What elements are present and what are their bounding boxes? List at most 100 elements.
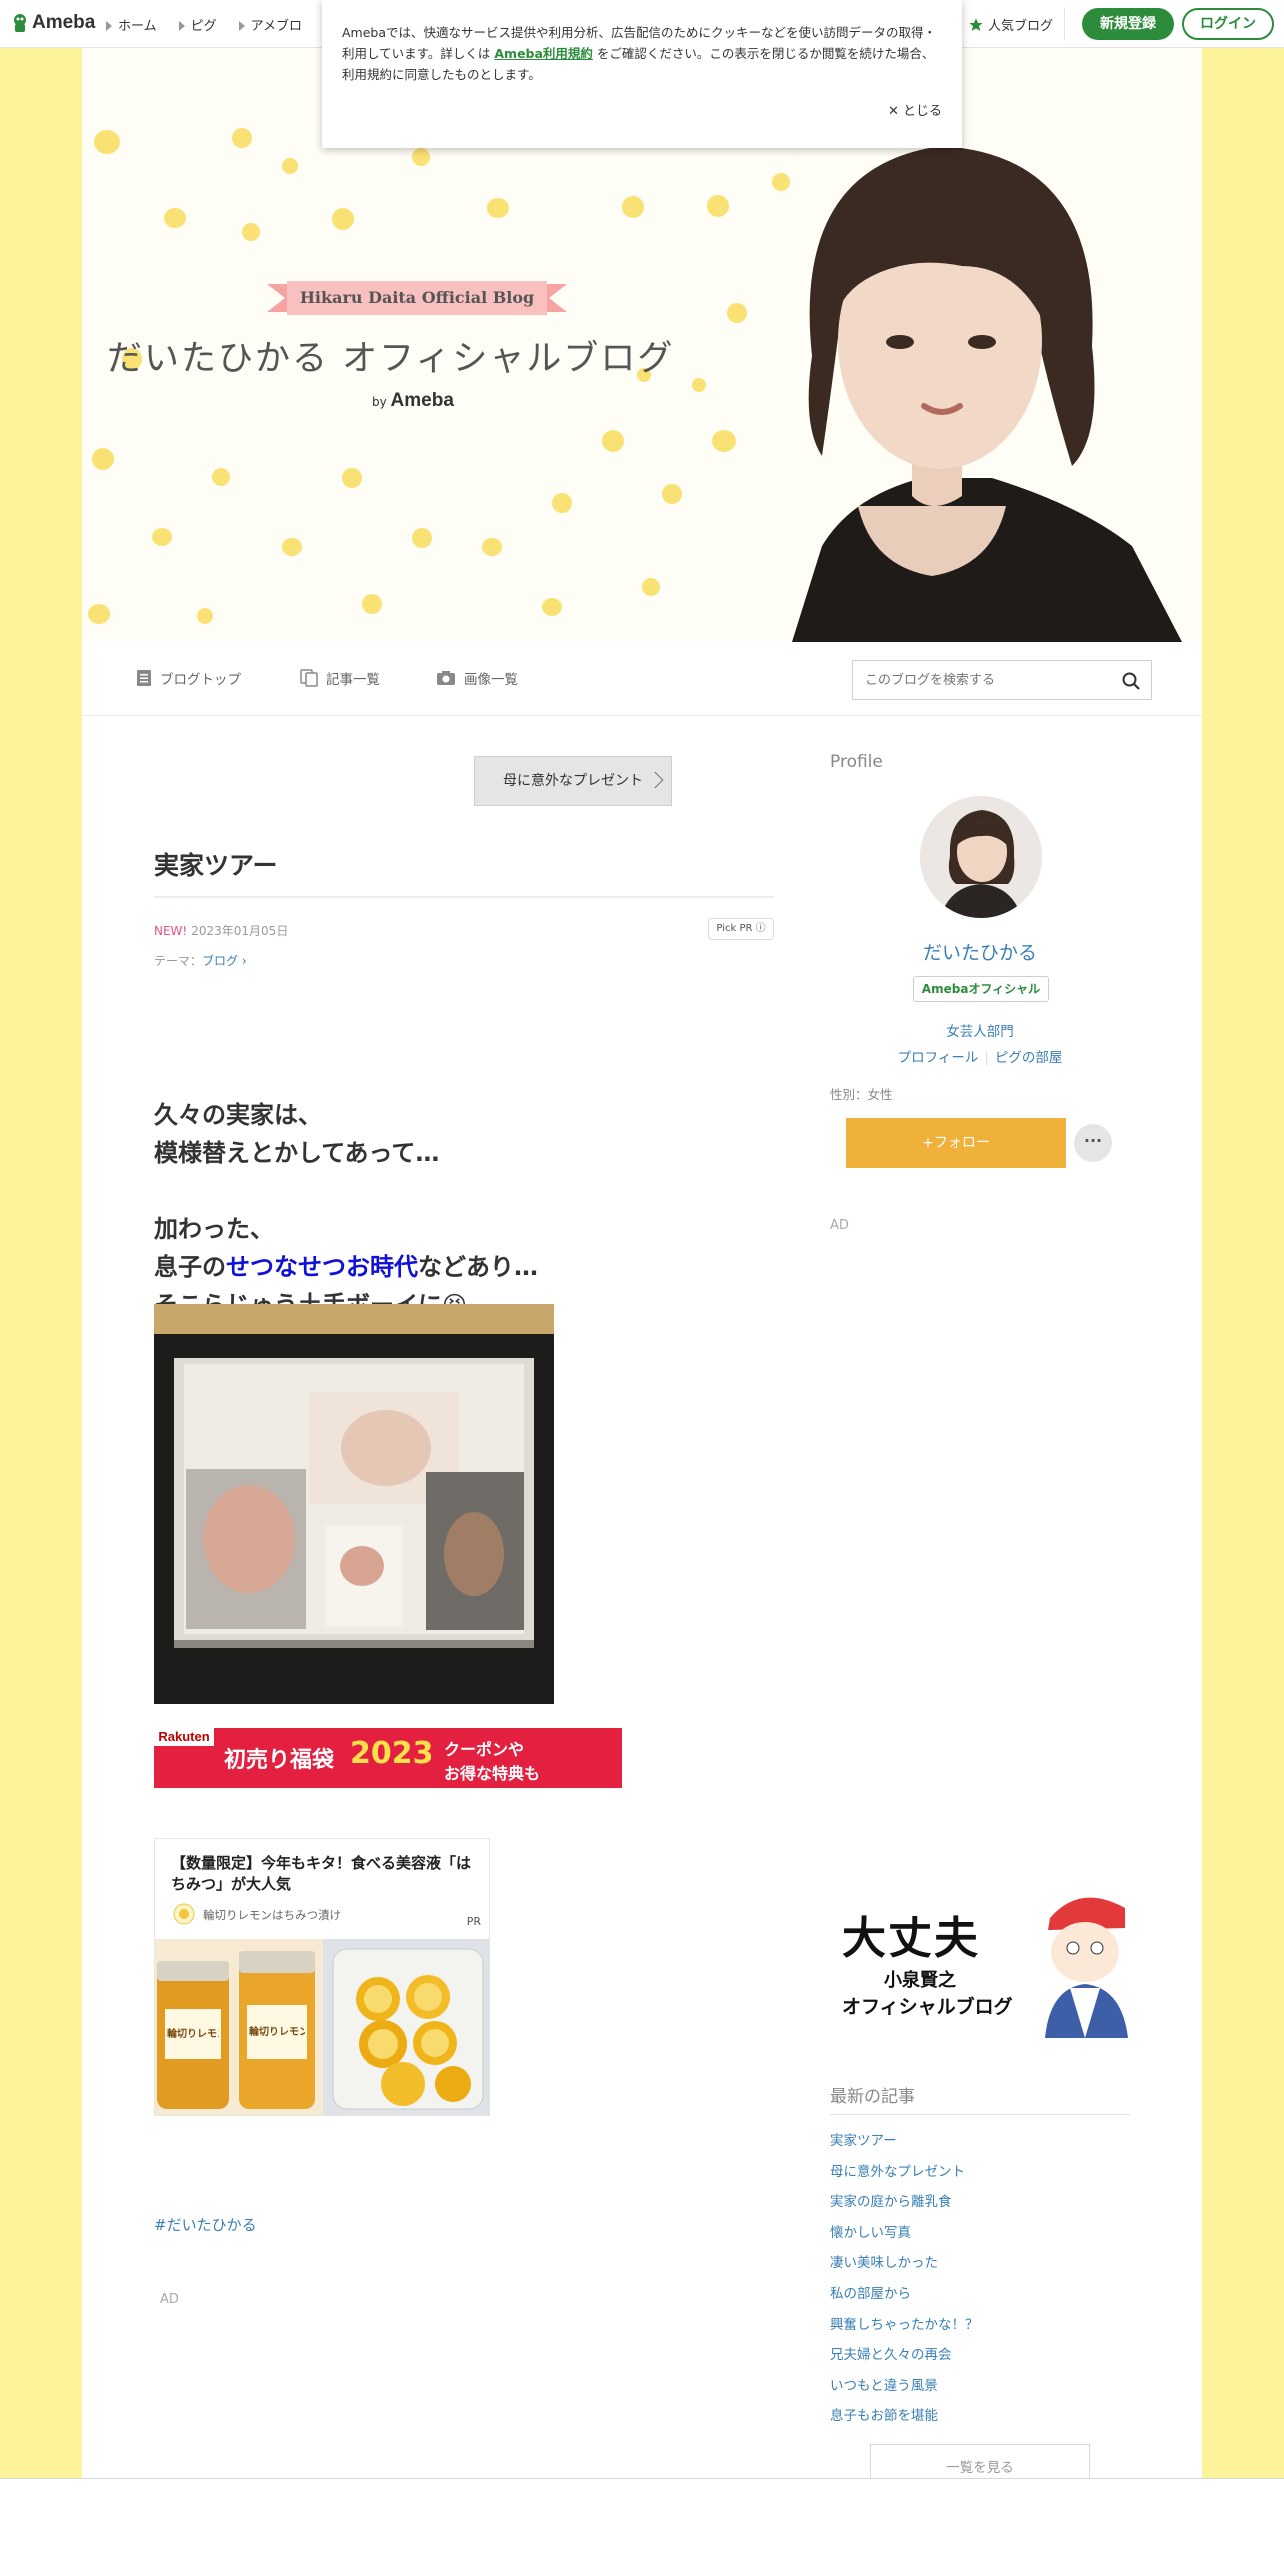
- hero-subtitle: Hikaru Daita Official Blog: [299, 288, 535, 307]
- hashtag-link[interactable]: #だいたひかる: [154, 2214, 257, 2235]
- theme-label: テーマ：: [154, 954, 203, 968]
- hero-portrait-image: [792, 146, 1182, 642]
- latest-entry-link[interactable]: 実家ツアー: [830, 2126, 1130, 2157]
- decor-dot: [88, 604, 110, 624]
- decor-dot: [482, 538, 502, 556]
- blog-search: [852, 660, 1152, 700]
- nav-blog-top[interactable]: ブログトップ: [136, 668, 241, 688]
- latest-entry-link[interactable]: 凄い美味しかった: [830, 2248, 1130, 2279]
- sliced-lemons-image: [323, 1939, 490, 2115]
- theme-link[interactable]: ブログ ›: [202, 954, 247, 968]
- register-button[interactable]: 新規登録: [1082, 8, 1174, 40]
- profile-gender: 性別：女性: [830, 1087, 893, 1102]
- decor-dot: [487, 198, 509, 218]
- entry-text: 息子の: [154, 1253, 226, 1281]
- decor-dot: [197, 608, 213, 624]
- latest-entry-link[interactable]: いつもと違う風景: [830, 2371, 1130, 2402]
- profile-link[interactable]: プロフィール: [898, 1050, 979, 1066]
- jar-label-1: 輪切りレモン: [167, 2029, 219, 2040]
- blog-title: だいたひかる オフィシャルブログ: [107, 339, 675, 379]
- footer-area: [0, 2478, 1284, 2568]
- login-button[interactable]: ログイン: [1182, 8, 1274, 40]
- avatar-image: [920, 796, 1042, 918]
- ad-label: AD: [160, 2292, 179, 2307]
- entry-line: 久々の実家は、: [154, 1101, 322, 1129]
- triangle-icon: [238, 21, 245, 31]
- follow-button[interactable]: +フォロー: [846, 1118, 1066, 1168]
- chevron-right-icon: [646, 771, 664, 789]
- entry-paragraph-1: 久々の実家は、 模様替えとかしてあって…: [154, 1096, 439, 1172]
- decor-dot: [332, 208, 354, 230]
- native-ad-card[interactable]: 【数量限定】今年もキタ！食べる美容液「はちみつ」が大人気 輪切りレモンはちみつ漬…: [154, 1838, 490, 2116]
- entry-date: 2023年01月05日: [191, 924, 289, 938]
- entry-title: 実家ツアー: [154, 851, 278, 880]
- banner-line-2: 小泉賢之: [884, 1970, 956, 1991]
- profile-name[interactable]: だいたひかる: [830, 938, 1130, 965]
- nav-ameblo[interactable]: アメブロ: [238, 15, 302, 34]
- previous-entry-button[interactable]: 母に意外なプレゼント: [474, 756, 672, 806]
- title-divider: [154, 896, 774, 898]
- previous-entry-label: 母に意外なプレゼント: [503, 773, 643, 789]
- nav-image-list[interactable]: 画像一覧: [436, 668, 518, 688]
- setsuna-setsuo-link[interactable]: せつなせつお時代: [226, 1253, 418, 1281]
- latest-entry-link[interactable]: 私の部屋から: [830, 2279, 1130, 2310]
- header-divider: [1064, 8, 1065, 40]
- global-nav: ホーム ピグ アメブロ: [106, 15, 302, 34]
- cookie-close-button[interactable]: ✕ とじる: [888, 100, 942, 119]
- popular-blog-link[interactable]: 人気ブログ: [968, 15, 1053, 34]
- new-badge: NEW!: [154, 924, 188, 938]
- nav-blog-top-label: ブログトップ: [160, 672, 241, 688]
- entry-photo[interactable]: [154, 1304, 554, 1704]
- entry-meta: NEW! 2023年01月05日: [154, 922, 288, 939]
- profile-links: プロフィール | ピグの部屋: [830, 1046, 1130, 1066]
- latest-entry-link[interactable]: 兄夫婦と久々の再会: [830, 2340, 1130, 2371]
- by-label: by: [372, 395, 387, 409]
- latest-divider: [830, 2114, 1130, 2115]
- ad-title: 【数量限定】今年もキタ！食べる美容液「はちみつ」が大人気: [171, 1854, 472, 1893]
- decor-dot: [602, 430, 624, 452]
- rakuten-year: 2023: [350, 1736, 434, 1771]
- ad-source-icon: [173, 1903, 195, 1925]
- nav-entry-list[interactable]: 記事一覧: [300, 668, 380, 688]
- nav-home[interactable]: ホーム: [106, 15, 157, 34]
- latest-entry-link[interactable]: 懐かしい写真: [830, 2218, 1130, 2249]
- nav-image-list-label: 画像一覧: [464, 672, 518, 688]
- rakuten-ad-banner[interactable]: Rakuten 初売り福袋 2023 クーポンや お得な特典も: [154, 1728, 622, 1788]
- decor-dot: [152, 528, 172, 546]
- pig-room-link[interactable]: ピグの部屋: [995, 1050, 1063, 1066]
- blog-search-input[interactable]: [853, 661, 1103, 699]
- entry-line: 模様替えとかしてあって…: [154, 1139, 440, 1167]
- decor-dot: [94, 130, 120, 154]
- decor-dot: [164, 208, 186, 228]
- profile-category[interactable]: 女芸人部門: [830, 1020, 1130, 1040]
- pick-pr-button[interactable]: Pick PR ⓘ: [708, 918, 774, 940]
- blog-page: Hikaru Daita Official Blog だいたひかる オフィシャル…: [82, 48, 1202, 2492]
- latest-entry-link[interactable]: 息子もお節を堪能: [830, 2401, 1130, 2432]
- banner-line-3: オフィシャルブログ: [842, 1996, 1013, 2018]
- decor-dot: [412, 528, 432, 548]
- blog-nav: ブログトップ 記事一覧 画像一覧: [82, 642, 1202, 716]
- cartoon-character-image: [1045, 1897, 1128, 2038]
- ameba-logo[interactable]: Ameba: [12, 12, 95, 34]
- latest-entry-link[interactable]: 実家の庭から離乳食: [830, 2187, 1130, 2218]
- profile-avatar[interactable]: [920, 796, 1042, 918]
- terms-link[interactable]: Ameba利用規約: [494, 46, 593, 61]
- latest-entries-list: 実家ツアー 母に意外なプレゼント 実家の庭から離乳食 懐かしい写真 凄い美味しか…: [830, 2126, 1130, 2432]
- latest-entry-link[interactable]: 興奮しちゃったかな！？: [830, 2310, 1130, 2341]
- nav-pig[interactable]: ピグ: [178, 15, 217, 34]
- decor-dot: [642, 578, 660, 596]
- triangle-icon: [178, 21, 185, 31]
- decor-dot: [622, 196, 644, 218]
- close-icon: ✕: [887, 104, 903, 119]
- cookie-text: Amebaでは、快適なサービス提供や利用分析、広告配信のためにクッキーなどを使い…: [342, 22, 940, 85]
- koizumi-blog-banner[interactable]: 大丈夫 小泉賢之 オフィシャルブログ: [834, 1888, 1132, 2040]
- latest-entry-link[interactable]: 母に意外なプレゼント: [830, 2157, 1130, 2188]
- copy-icon: [300, 669, 318, 687]
- official-badge: Amebaオフィシャル: [913, 976, 1049, 1002]
- search-icon[interactable]: [1121, 671, 1141, 691]
- camera-icon: [437, 671, 455, 685]
- decor-dot: [542, 598, 562, 616]
- more-options-button[interactable]: ···: [1074, 1124, 1112, 1162]
- entry-theme: テーマ：ブログ ›: [154, 952, 247, 969]
- popular-blog-label: 人気ブログ: [988, 19, 1054, 34]
